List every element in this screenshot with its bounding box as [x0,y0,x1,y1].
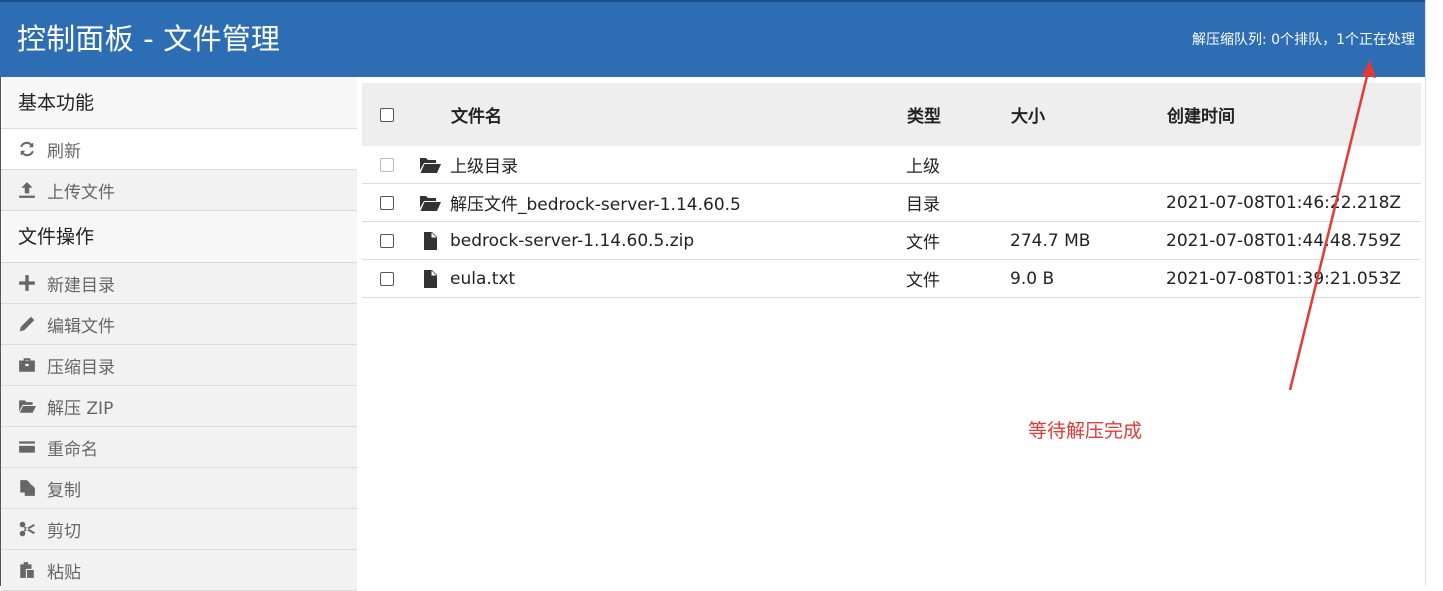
annotation-arrow [1288,60,1376,391]
annotation-text: 等待解压完成 [1028,420,1143,442]
